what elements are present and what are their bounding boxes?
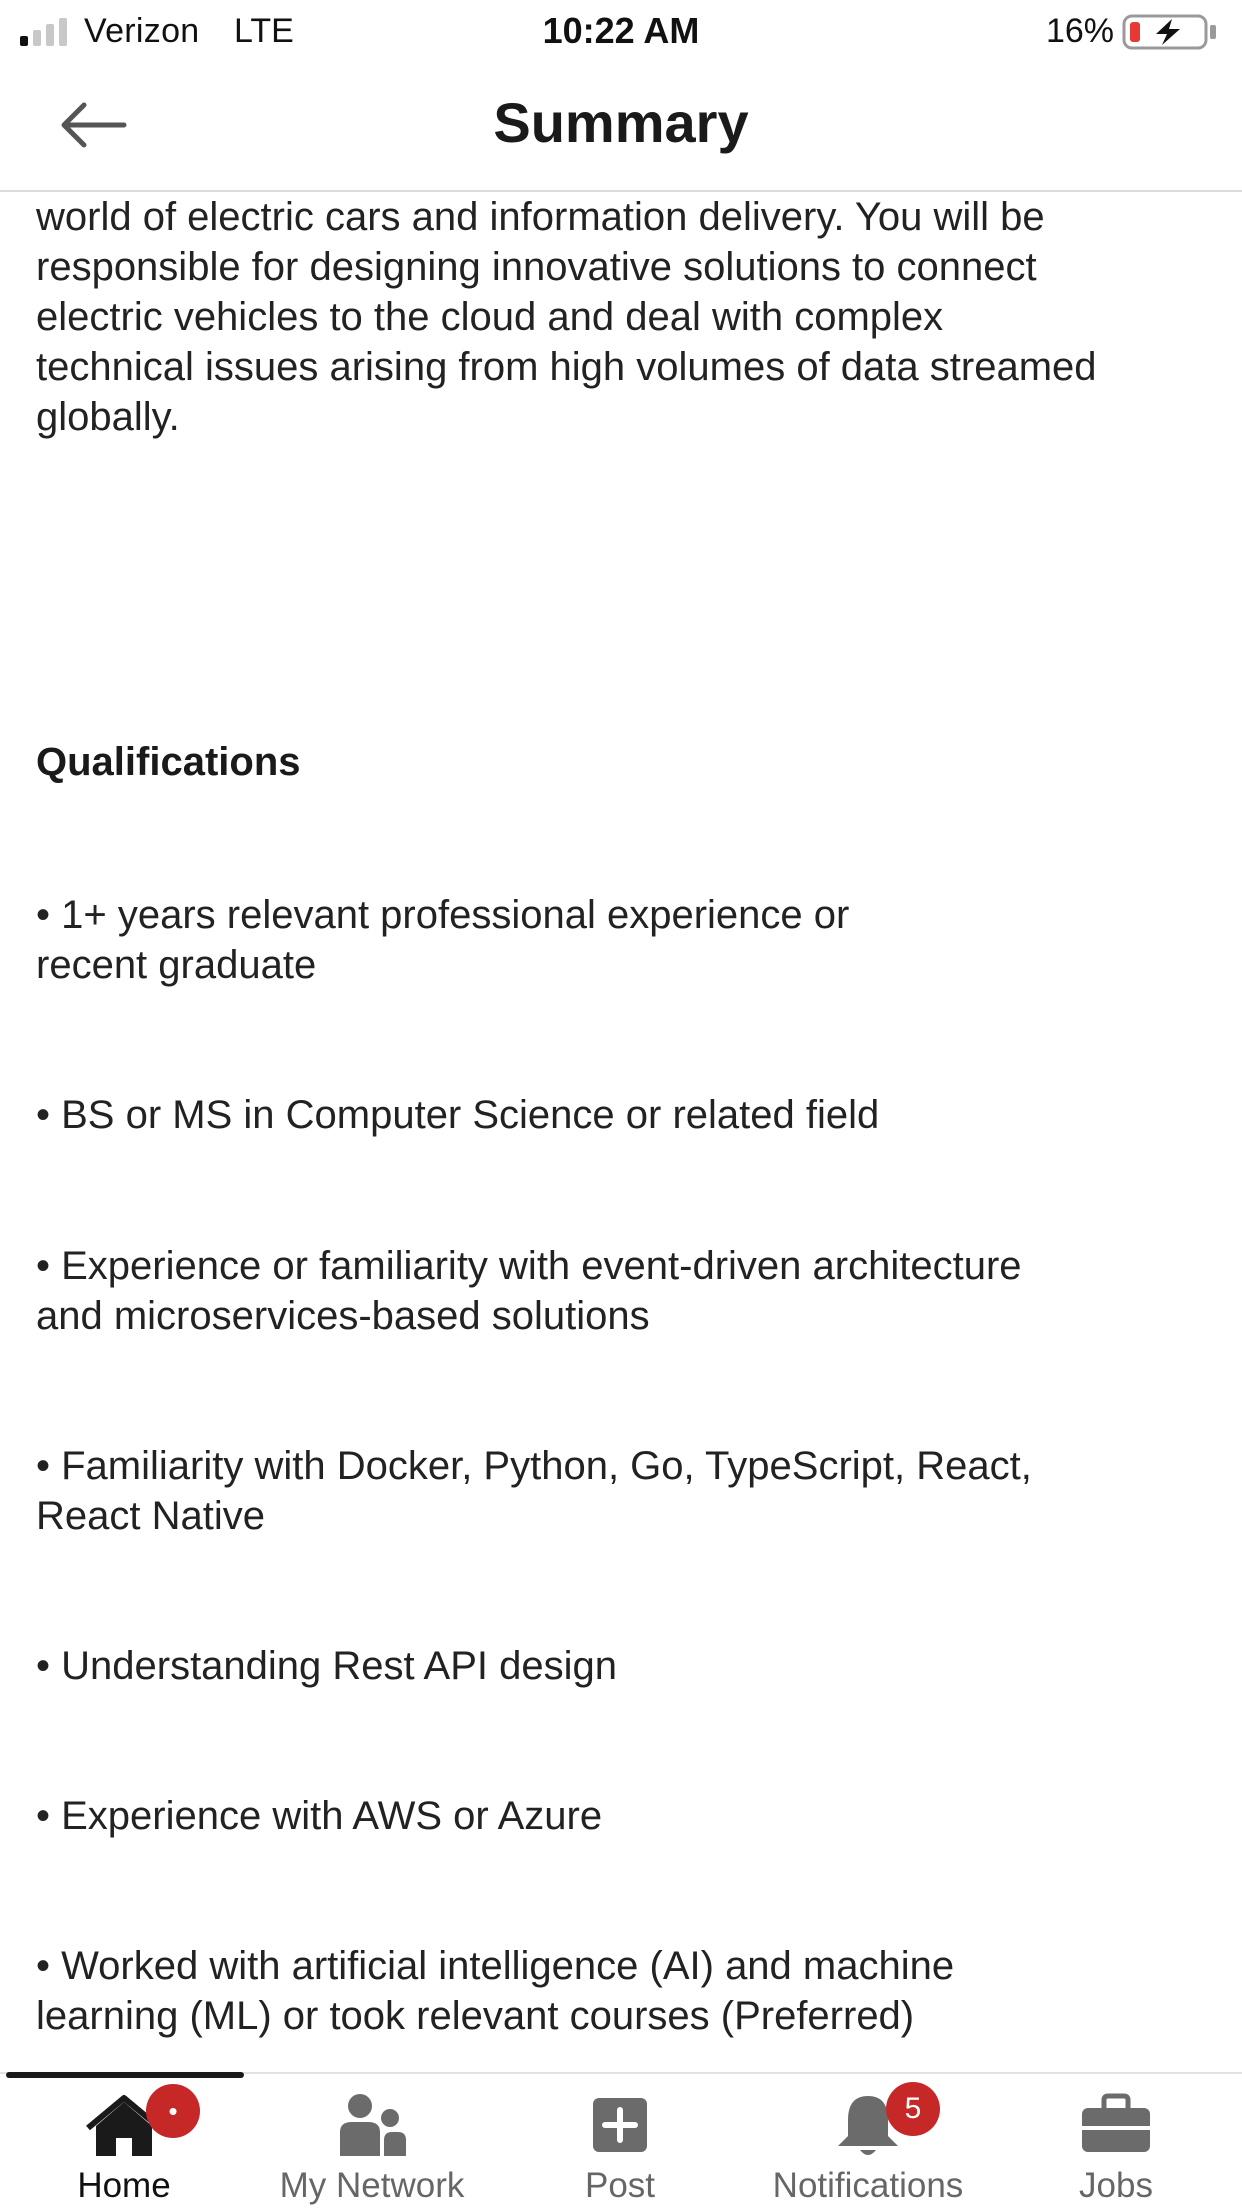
nav-post[interactable]: Post <box>496 2074 744 2208</box>
nav-my-network-label: My Network <box>279 2166 465 2205</box>
intro-line: globally. <box>36 395 180 439</box>
qualification-line: recent graduate <box>36 943 317 987</box>
qualification-item: • Worked with artificial intelligence (A… <box>36 1941 1216 2041</box>
qualification-item: • 1+ years relevant professional experie… <box>36 890 1216 990</box>
qualification-line: • Worked with artificial intelligence (A… <box>36 1944 955 1988</box>
battery-percent: 16% <box>1045 12 1114 50</box>
top-header: Summary <box>0 62 1242 192</box>
qualification-item: • Familiarity with Docker, Python, Go, T… <box>36 1441 1216 1541</box>
qualification-line: • BS or MS in Computer Science or relate… <box>36 1093 880 1137</box>
notifications-badge: 5 <box>886 2082 940 2136</box>
qualification-item: • Experience or familiarity with event-d… <box>36 1241 1216 1341</box>
qualification-line: • Experience with AWS or Azure <box>36 1794 603 1838</box>
qualification-line: React Native <box>36 1494 265 1538</box>
screen: Verizon LTE 10:22 AM 16% Summary world o… <box>0 0 1242 2208</box>
qualification-line: • 1+ years relevant professional experie… <box>36 893 850 937</box>
nav-home-label: Home <box>77 2166 171 2205</box>
qualifications-heading: Qualifications <box>36 740 301 784</box>
active-tab-indicator <box>6 2072 244 2078</box>
intro-paragraph: world of electric cars and information d… <box>36 192 1216 442</box>
bottom-navigation: • Home My Network Post 5 Notifications J… <box>0 2072 1242 2208</box>
nav-notifications[interactable]: 5 Notifications <box>744 2074 992 2208</box>
page-title: Summary <box>493 91 749 154</box>
intro-line: world of electric cars and information d… <box>36 195 1045 239</box>
status-bar: Verizon LTE 10:22 AM 16% <box>0 0 1242 62</box>
battery-charging-icon <box>1122 14 1216 50</box>
qualification-line: learning (ML) or took relevant courses (… <box>36 1994 915 2038</box>
qualification-item: • Understanding Rest API design <box>36 1641 1216 1691</box>
job-summary-content[interactable]: world of electric cars and information d… <box>36 192 1216 2072</box>
post-plus-icon <box>593 2098 647 2152</box>
nav-jobs[interactable]: Jobs <box>992 2074 1240 2208</box>
qualification-line: and microservices-based solutions <box>36 1294 650 1338</box>
nav-home[interactable]: • Home <box>0 2074 248 2208</box>
qualification-line: • Familiarity with Docker, Python, Go, T… <box>36 1444 1032 1488</box>
intro-line: responsible for designing innovative sol… <box>36 245 1037 289</box>
qualification-item: • Experience with AWS or Azure <box>36 1791 1216 1841</box>
intro-line: technical issues arising from high volum… <box>36 345 1097 389</box>
network-icon <box>340 2094 406 2156</box>
nav-jobs-label: Jobs <box>1079 2166 1153 2205</box>
qualification-line: • Experience or familiarity with event-d… <box>36 1244 1022 1288</box>
nav-post-label: Post <box>584 2166 656 2205</box>
briefcase-icon <box>1082 2093 1150 2152</box>
nav-my-network[interactable]: My Network <box>248 2074 496 2208</box>
qualification-item: • BS or MS in Computer Science or relate… <box>36 1090 1216 1140</box>
intro-line: electric vehicles to the cloud and deal … <box>36 295 944 339</box>
nav-notifications-label: Notifications <box>772 2166 964 2205</box>
home-badge: • <box>146 2084 200 2138</box>
qualification-line: • Understanding Rest API design <box>36 1644 618 1688</box>
